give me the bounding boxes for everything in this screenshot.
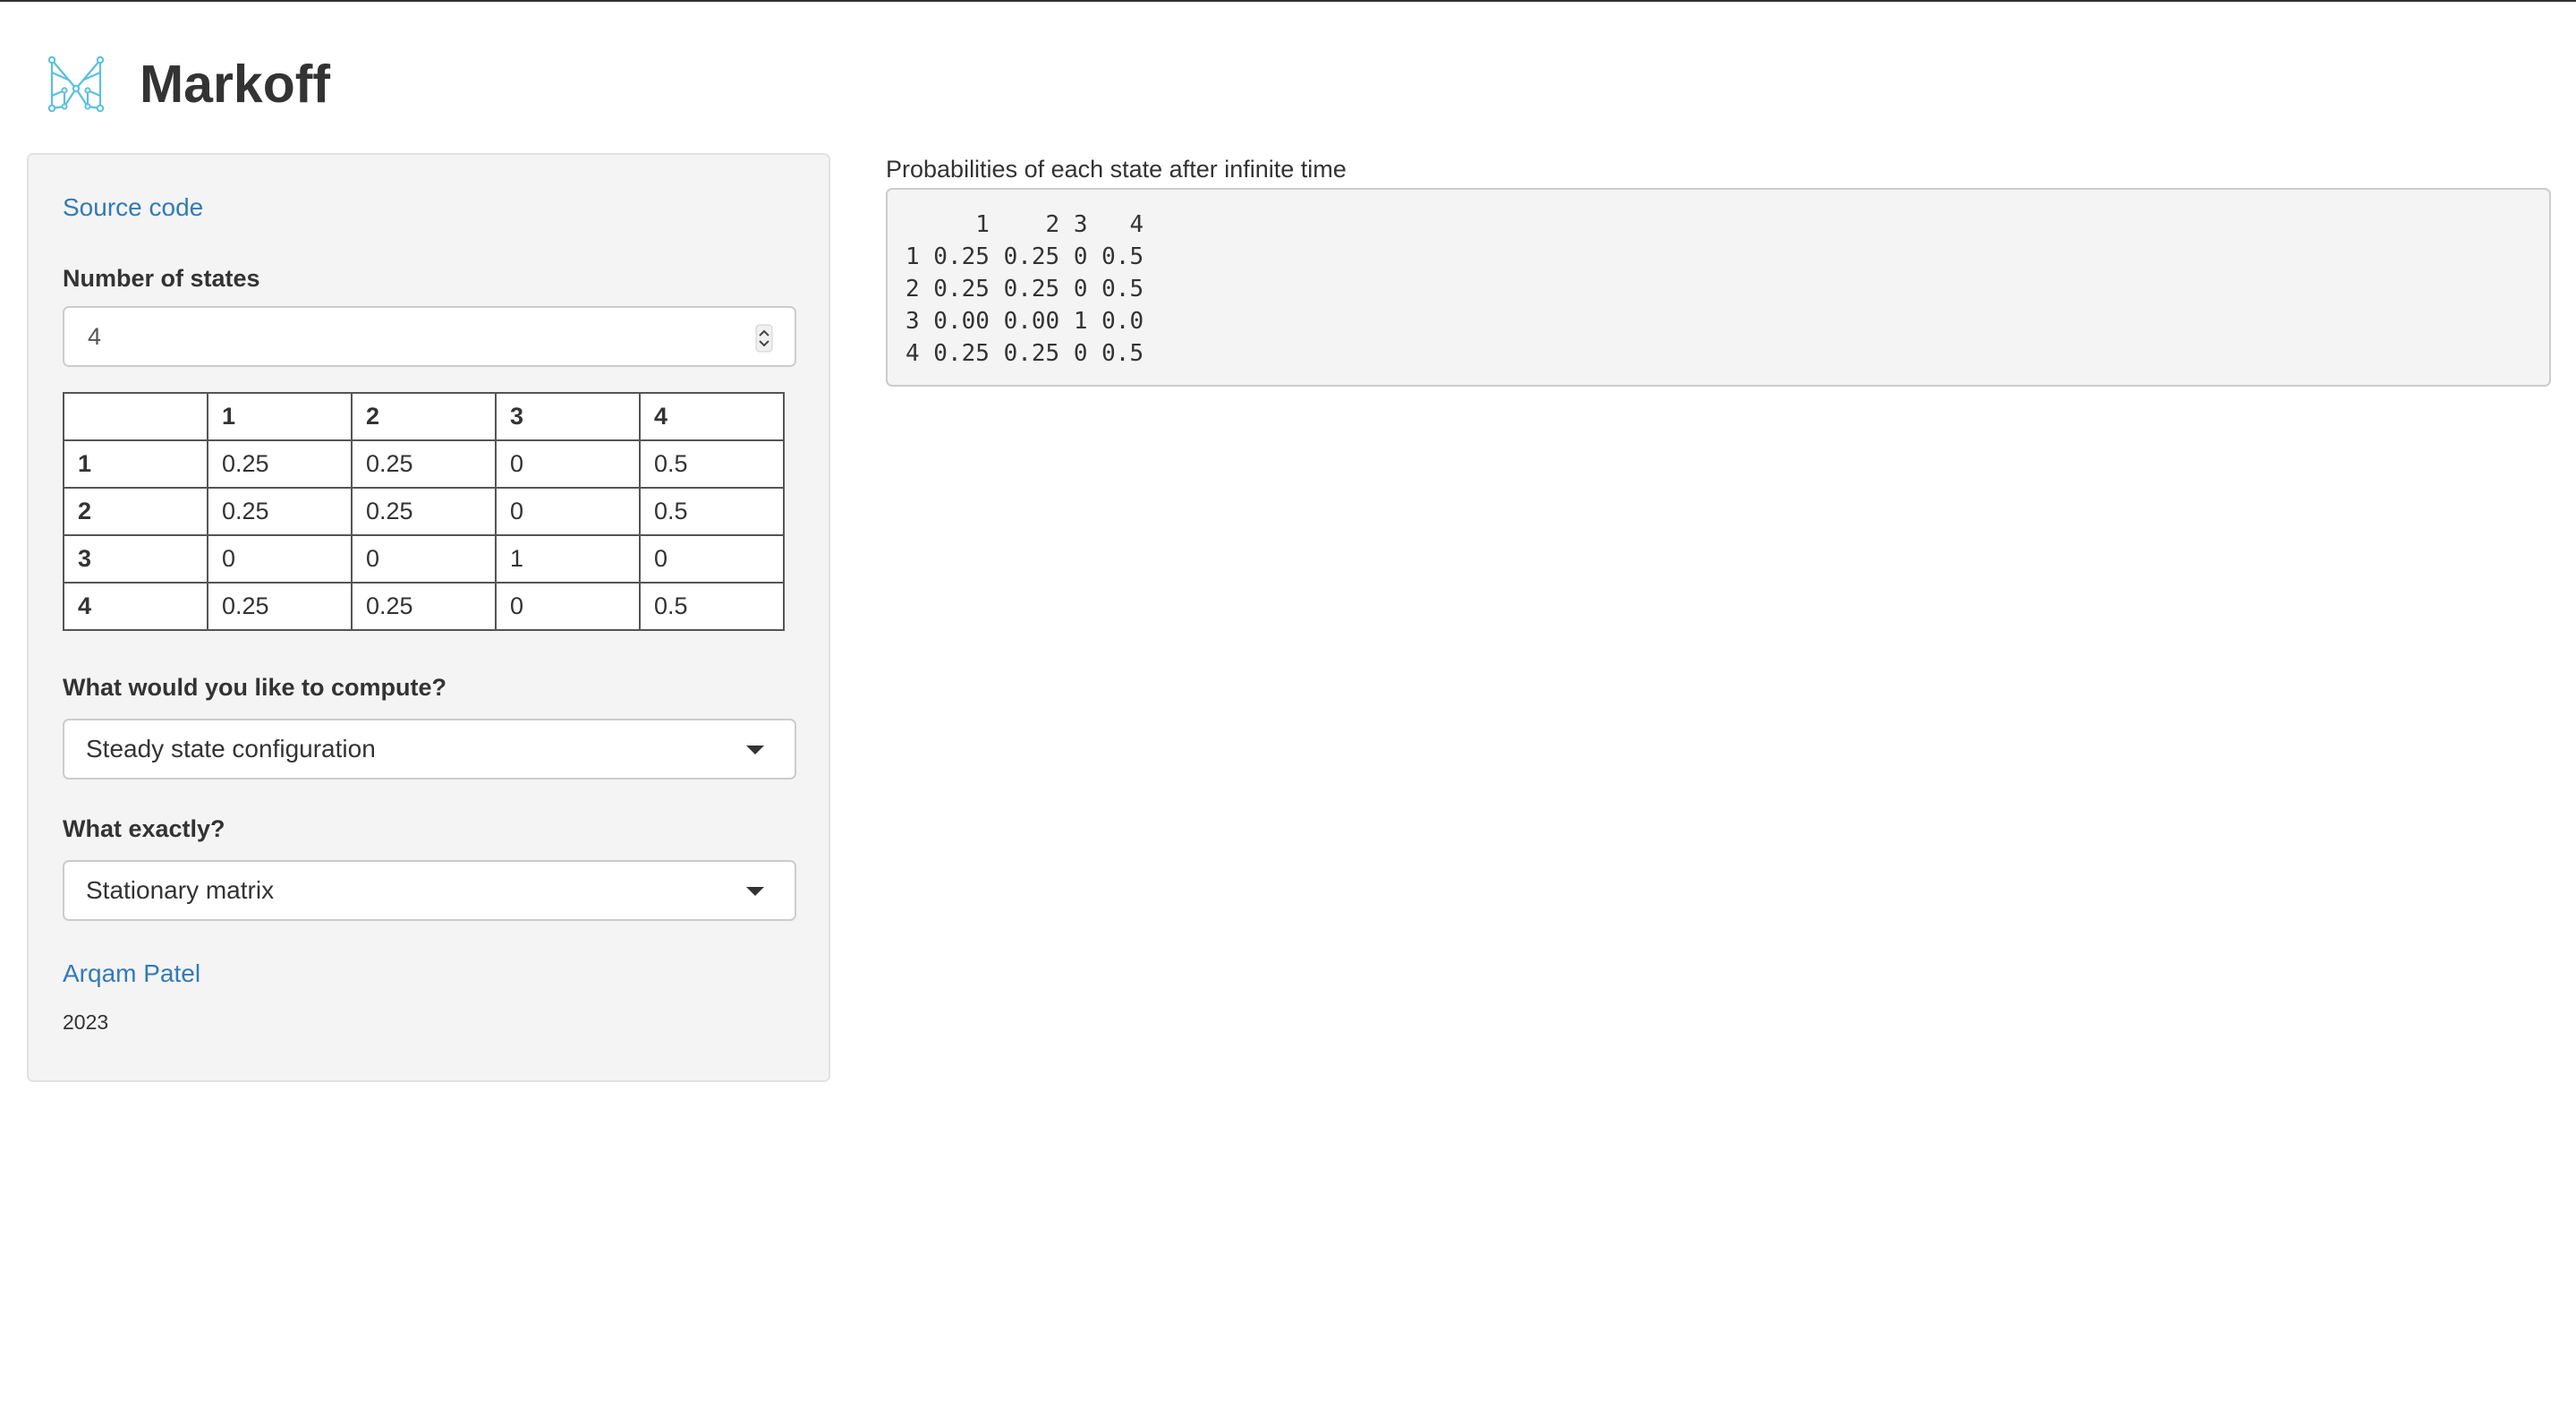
matrix-cell[interactable]: 0 [495, 582, 641, 631]
chevron-down-icon [746, 887, 764, 896]
markov-graph-m-icon [47, 55, 105, 113]
number-of-states-input[interactable]: 4 [63, 306, 796, 367]
number-of-states-value: 4 [88, 322, 102, 350]
what-exactly-label: What exactly? [63, 815, 225, 842]
matrix-cell[interactable]: 0 [495, 439, 641, 489]
matrix-column-header: 1 [207, 392, 353, 441]
matrix-cell[interactable]: 0 [495, 487, 641, 536]
app-title: Markoff [140, 55, 331, 114]
matrix-column-header: 2 [351, 392, 497, 441]
matrix-cell[interactable]: 0.5 [639, 439, 785, 489]
matrix-cell[interactable]: 1 [495, 534, 641, 584]
matrix-cell[interactable]: 0.25 [207, 487, 353, 536]
matrix-header-row: 1 2 3 4 [63, 392, 785, 441]
matrix-row-header: 1 [63, 439, 208, 489]
matrix-row: 3 0 0 1 0 [63, 534, 785, 584]
matrix-cell[interactable]: 0 [207, 534, 353, 584]
what-exactly-select[interactable]: Stationary matrix [63, 860, 796, 921]
app-header: Markoff [47, 47, 330, 122]
stationary-matrix-output: 1 2 3 4 1 0.25 0.25 0 0.5 2 0.25 0.25 0 … [886, 188, 2551, 387]
output-label: Probabilities of each state after infini… [886, 156, 1347, 183]
compute-label: What would you like to compute? [63, 674, 446, 701]
compute-select[interactable]: Steady state configuration [63, 719, 796, 780]
matrix-cell[interactable]: 0.25 [207, 582, 353, 631]
matrix-row-header: 4 [63, 582, 208, 631]
matrix-column-header: 4 [639, 392, 785, 441]
matrix-cell[interactable]: 0.25 [351, 487, 497, 536]
number-of-states-label: Number of states [63, 265, 260, 292]
matrix-cell[interactable]: 0.25 [351, 582, 497, 631]
source-code-link[interactable]: Source code [63, 193, 203, 222]
copyright-year: 2023 [63, 1010, 109, 1034]
sidebar-panel: Source code Number of states 4 1 2 3 4 1… [27, 153, 830, 1082]
matrix-cell[interactable]: 0.25 [351, 439, 497, 489]
matrix-column-header: 3 [495, 392, 641, 441]
matrix-cell[interactable]: 0 [351, 534, 497, 584]
matrix-cell[interactable]: 0.5 [639, 487, 785, 536]
matrix-corner-cell [63, 392, 208, 441]
spinner-arrows-icon[interactable] [755, 324, 773, 353]
matrix-row-header: 2 [63, 487, 208, 536]
compute-selected-value: Steady state configuration [86, 735, 376, 763]
window-top-border [0, 0, 2576, 2]
chevron-down-icon [746, 746, 764, 754]
what-exactly-selected-value: Stationary matrix [86, 876, 275, 904]
transition-matrix-table: 1 2 3 4 1 0.25 0.25 0 0.5 2 0.25 0.25 0 … [63, 392, 785, 631]
matrix-row-header: 3 [63, 534, 208, 584]
matrix-row: 4 0.25 0.25 0 0.5 [63, 582, 785, 631]
matrix-row: 2 0.25 0.25 0 0.5 [63, 487, 785, 536]
matrix-cell[interactable]: 0 [639, 534, 785, 584]
matrix-cell[interactable]: 0.5 [639, 582, 785, 631]
author-link[interactable]: Arqam Patel [63, 959, 200, 988]
matrix-row: 1 0.25 0.25 0 0.5 [63, 439, 785, 489]
matrix-cell[interactable]: 0.25 [207, 439, 353, 489]
